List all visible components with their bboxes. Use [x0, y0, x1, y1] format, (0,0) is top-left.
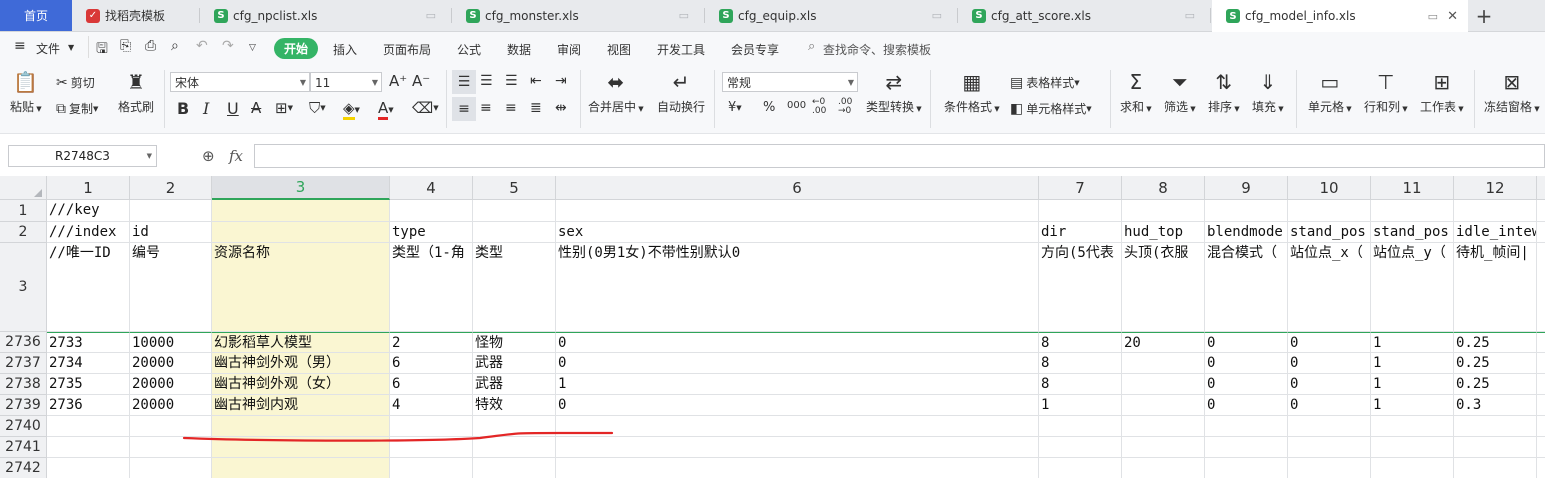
- red-underline-annotation: [182, 431, 614, 442]
